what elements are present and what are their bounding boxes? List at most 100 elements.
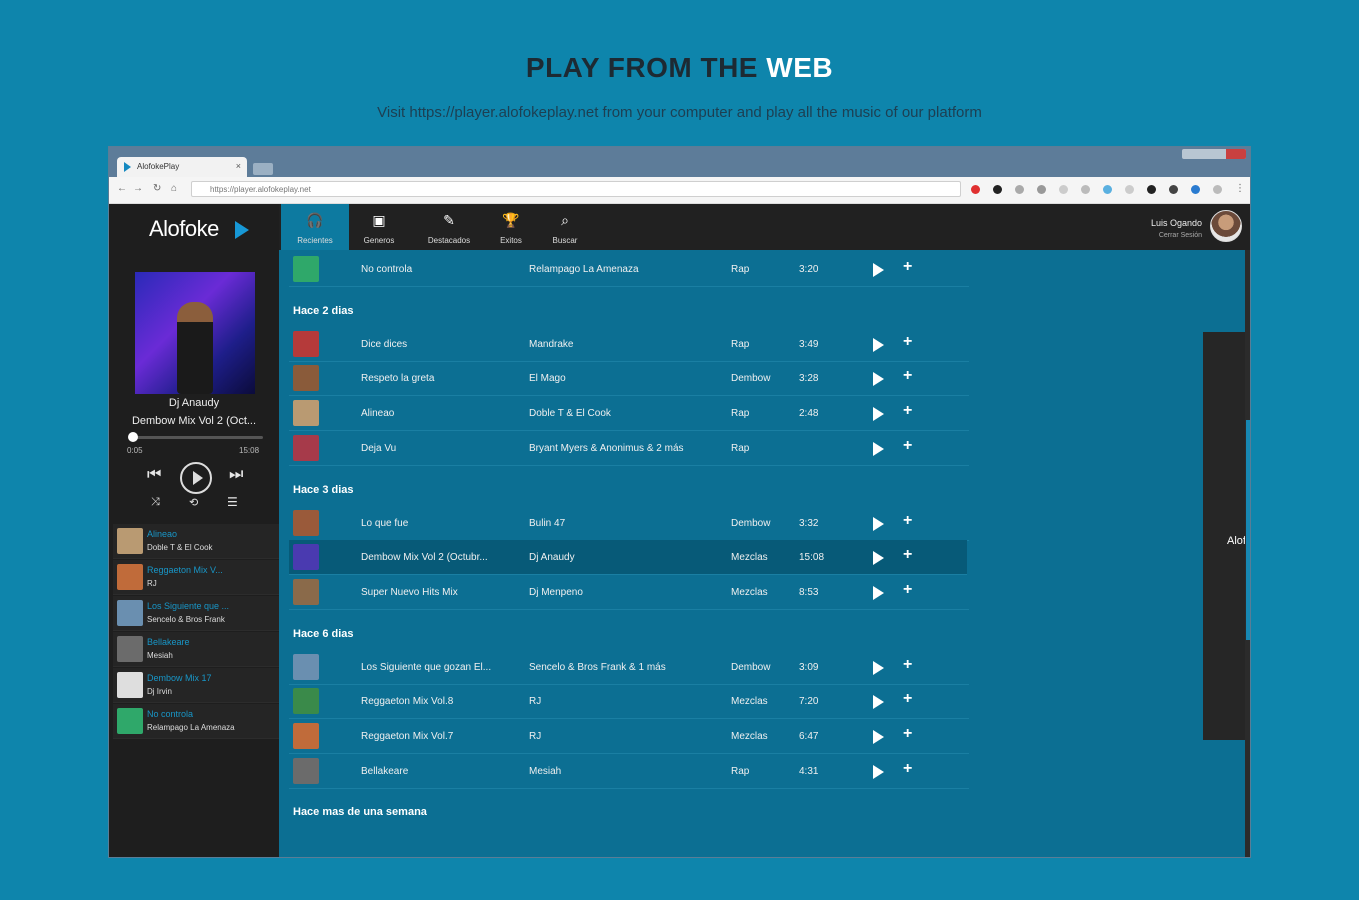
add-icon[interactable]: +: [903, 760, 912, 778]
add-icon[interactable]: +: [903, 546, 912, 564]
extension-icon[interactable]: [1147, 185, 1156, 194]
user-name[interactable]: Luis Ogando: [1151, 218, 1202, 228]
add-icon[interactable]: +: [903, 725, 912, 743]
track-title[interactable]: Bellakeare: [361, 766, 521, 777]
tab-generos[interactable]: ▣ Generos: [345, 204, 413, 250]
play-icon[interactable]: [873, 551, 884, 566]
add-icon[interactable]: +: [903, 656, 912, 674]
extension-icon[interactable]: [1169, 185, 1178, 194]
track-artist[interactable]: Mesiah: [529, 766, 719, 777]
browser-tab[interactable]: AlofokePlay ×: [117, 157, 247, 177]
home-icon[interactable]: ⌂: [171, 183, 177, 194]
track-artist[interactable]: Bryant Myers & Anonimus & 2 más: [529, 443, 719, 454]
extension-icon[interactable]: [1213, 185, 1222, 194]
add-icon[interactable]: +: [903, 437, 912, 455]
play-icon[interactable]: [873, 337, 884, 352]
queue-item[interactable]: Bellakeare Mesiah: [113, 632, 279, 667]
track-title[interactable]: Dembow Mix Vol 2 (Octubr...: [361, 552, 521, 563]
track-title[interactable]: Deja Vu: [361, 443, 521, 454]
play-icon[interactable]: [873, 585, 884, 600]
play-icon[interactable]: [873, 695, 884, 710]
tab-buscar[interactable]: ⌕ Buscar: [531, 204, 599, 250]
track-artist[interactable]: Doble T & El Cook: [529, 408, 719, 419]
scrollbar-thumb[interactable]: [1246, 420, 1250, 640]
avatar[interactable]: [1210, 210, 1242, 242]
track-title[interactable]: Los Siguiente que gozan El...: [361, 662, 521, 673]
extension-icon[interactable]: [1103, 185, 1112, 194]
progress-handle[interactable]: [128, 432, 138, 442]
play-icon[interactable]: [873, 372, 884, 387]
menu-icon[interactable]: ⋮: [1235, 183, 1245, 194]
tab-destacados[interactable]: ✎ Destacados: [415, 204, 483, 250]
table-row[interactable]: Alineao Doble T & El Cook Rap 2:48 +: [289, 396, 969, 432]
add-icon[interactable]: +: [903, 512, 912, 530]
track-title[interactable]: Reggaeton Mix Vol.7: [361, 731, 521, 742]
extension-icon[interactable]: [1059, 185, 1068, 194]
logout-link[interactable]: Cerrar Sesión: [1159, 232, 1202, 239]
table-row[interactable]: Super Nuevo Hits Mix Dj Menpeno Mezclas 8:5…: [289, 575, 969, 610]
close-icon[interactable]: ×: [236, 161, 241, 171]
progress-bar[interactable]: [129, 436, 263, 439]
track-artist[interactable]: Mandrake: [529, 339, 719, 350]
window-close-button[interactable]: [1226, 149, 1246, 159]
play-icon[interactable]: [873, 660, 884, 675]
play-icon[interactable]: [873, 730, 884, 744]
extension-icon[interactable]: [993, 185, 1002, 194]
queue-icon[interactable]: ☰: [227, 495, 238, 509]
forward-icon[interactable]: →: [133, 183, 143, 194]
track-artist[interactable]: Sencelo & Bros Frank & 1 más: [529, 662, 719, 673]
tab-recientes[interactable]: 🎧 Recientes: [281, 204, 349, 250]
track-title[interactable]: Reggaeton Mix Vol.8: [361, 696, 521, 707]
track-artist[interactable]: Dj Menpeno: [529, 587, 719, 598]
table-row[interactable]: Bellakeare Mesiah Rap 4:31 +: [289, 754, 969, 789]
repeat-icon[interactable]: ⟲: [189, 496, 198, 509]
table-row[interactable]: Lo que fue Bulin 47 Dembow 3:32 +: [289, 506, 969, 541]
track-title[interactable]: Dice dices: [361, 339, 521, 350]
back-icon[interactable]: ←: [117, 183, 127, 194]
scrollbar[interactable]: [1245, 250, 1250, 857]
track-title[interactable]: Alineao: [361, 408, 521, 419]
queue-item[interactable]: Dembow Mix 17 Dj Irvin: [113, 668, 279, 703]
window-controls[interactable]: [1182, 149, 1246, 159]
table-row[interactable]: Respeto la greta El Mago Dembow 3:28 +: [289, 361, 969, 397]
play-icon[interactable]: [873, 441, 884, 456]
extension-icon[interactable]: [1191, 185, 1200, 194]
advertisement-panel[interactable]: Alofoke ▶: [1203, 332, 1245, 740]
track-title[interactable]: Super Nuevo Hits Mix: [361, 587, 521, 598]
table-row[interactable]: Deja Vu Bryant Myers & Anonimus & 2 más Ra…: [289, 431, 969, 466]
table-row[interactable]: Reggaeton Mix Vol.8 RJ Mezclas 7:20 +: [289, 684, 969, 720]
add-icon[interactable]: +: [903, 581, 912, 599]
play-icon[interactable]: [873, 263, 884, 277]
track-title[interactable]: No controla: [361, 264, 521, 275]
table-row[interactable]: Dice dices Mandrake Rap 3:49 +: [289, 327, 969, 362]
queue-item[interactable]: Alineao Doble T & El Cook: [113, 524, 279, 559]
reload-icon[interactable]: ↻: [153, 183, 161, 194]
extension-icon[interactable]: [1125, 185, 1134, 194]
table-row[interactable]: Reggaeton Mix Vol.7 RJ Mezclas 6:47 +: [289, 719, 969, 754]
table-row[interactable]: No controla Relampago La Amenaza Rap 3:20 +: [289, 252, 969, 287]
track-artist[interactable]: RJ: [529, 696, 719, 707]
track-title[interactable]: Lo que fue: [361, 518, 521, 529]
track-artist[interactable]: El Mago: [529, 373, 719, 384]
queue-item[interactable]: Reggaeton Mix V... RJ: [113, 560, 279, 595]
table-row[interactable]: Los Siguiente que gozan El... Sencelo & B…: [289, 650, 969, 685]
track-artist[interactable]: RJ: [529, 731, 719, 742]
add-icon[interactable]: +: [903, 690, 912, 708]
track-artist[interactable]: Bulin 47: [529, 518, 719, 529]
new-tab-button[interactable]: [253, 163, 273, 175]
next-icon[interactable]: ⏭: [229, 466, 243, 484]
extension-icon[interactable]: [1015, 185, 1024, 194]
play-icon[interactable]: [873, 407, 884, 422]
play-button[interactable]: [180, 462, 212, 494]
previous-icon[interactable]: ⏮: [147, 466, 161, 484]
add-icon[interactable]: +: [903, 367, 912, 385]
play-icon[interactable]: [873, 764, 884, 779]
add-icon[interactable]: +: [903, 333, 912, 351]
alofoke-logo[interactable]: Alofoke: [149, 216, 219, 242]
extension-icon[interactable]: [1037, 185, 1046, 194]
track-artist[interactable]: Relampago La Amenaza: [529, 264, 719, 275]
play-icon[interactable]: [873, 516, 884, 531]
address-bar[interactable]: https://player.alofokeplay.net: [191, 181, 961, 197]
queue-item[interactable]: No controla Relampago La Amenaza: [113, 704, 279, 739]
track-title[interactable]: Respeto la greta: [361, 373, 521, 384]
